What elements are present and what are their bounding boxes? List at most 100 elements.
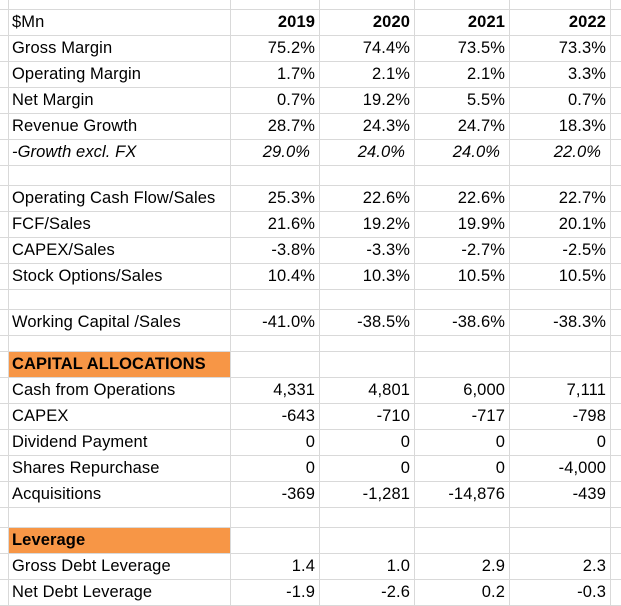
value-cell[interactable]: 24.3% — [320, 114, 414, 139]
value-cell[interactable]: 0 — [231, 456, 319, 481]
value-cell[interactable]: 73.3% — [510, 36, 610, 61]
value-cell[interactable]: -38.3% — [510, 310, 610, 335]
value-cell[interactable]: 21.6% — [231, 212, 319, 237]
value-cell[interactable]: -2.5% — [510, 238, 610, 263]
value-cell[interactable]: -1,281 — [320, 482, 414, 507]
value-cell[interactable]: 10.5% — [415, 264, 509, 289]
row-label[interactable]: Operating Cash Flow/Sales — [9, 186, 230, 211]
value-cell[interactable]: -3.8% — [231, 238, 319, 263]
row-label[interactable]: Net Margin — [9, 88, 230, 113]
value-cell[interactable]: 0 — [320, 430, 414, 455]
leverage-section-header: Leverage — [0, 528, 621, 553]
row-label[interactable]: Cash from Operations — [9, 378, 230, 403]
value-cell[interactable]: 5.5% — [415, 88, 509, 113]
year-header[interactable]: 2022 — [510, 10, 610, 35]
value-cell[interactable]: 20.1% — [510, 212, 610, 237]
value-cell[interactable]: 0.7% — [510, 88, 610, 113]
value-cell[interactable]: 0 — [320, 456, 414, 481]
value-cell[interactable]: 2.3 — [510, 554, 610, 579]
table-row: -Growth excl. FX 29.0% 24.0% 24.0% 22.0% — [0, 140, 621, 165]
value-cell[interactable]: 22.6% — [320, 186, 414, 211]
empty-row — [0, 336, 621, 351]
row-label[interactable]: CAPEX — [9, 404, 230, 429]
value-cell[interactable]: 2.9 — [415, 554, 509, 579]
value-cell[interactable]: 0 — [231, 430, 319, 455]
value-cell[interactable]: -369 — [231, 482, 319, 507]
section-title[interactable]: CAPITAL ALLOCATIONS — [9, 352, 230, 377]
value-cell[interactable]: 1.7% — [231, 62, 319, 87]
value-cell[interactable]: 2.1% — [320, 62, 414, 87]
value-cell[interactable]: 4,801 — [320, 378, 414, 403]
row-label[interactable]: Acquisitions — [9, 482, 230, 507]
value-cell[interactable]: -0.3 — [510, 580, 610, 605]
value-cell[interactable]: 1.4 — [231, 554, 319, 579]
value-cell[interactable]: 19.9% — [415, 212, 509, 237]
value-cell[interactable]: 19.2% — [320, 88, 414, 113]
year-header[interactable]: 2020 — [320, 10, 414, 35]
value-cell[interactable]: 4,331 — [231, 378, 319, 403]
row-label[interactable]: Gross Debt Leverage — [9, 554, 230, 579]
row-label[interactable]: Dividend Payment — [9, 430, 230, 455]
value-cell[interactable]: -798 — [510, 404, 610, 429]
value-cell[interactable]: -643 — [231, 404, 319, 429]
row-label[interactable]: Operating Margin — [9, 62, 230, 87]
row-label[interactable]: FCF/Sales — [9, 212, 230, 237]
value-cell[interactable]: 10.5% — [510, 264, 610, 289]
value-cell[interactable]: 0 — [415, 456, 509, 481]
value-cell[interactable]: 22.7% — [510, 186, 610, 211]
value-cell[interactable]: -38.6% — [415, 310, 509, 335]
unit-label[interactable]: $Mn — [9, 10, 230, 35]
row-label[interactable]: Working Capital /Sales — [9, 310, 230, 335]
value-cell[interactable]: 75.2% — [231, 36, 319, 61]
value-cell[interactable]: -1.9 — [231, 580, 319, 605]
value-cell[interactable]: -41.0% — [231, 310, 319, 335]
value-cell[interactable]: 24.7% — [415, 114, 509, 139]
value-cell[interactable]: 74.4% — [320, 36, 414, 61]
value-cell[interactable]: 0 — [510, 430, 610, 455]
value-cell[interactable]: -717 — [415, 404, 509, 429]
value-cell[interactable]: 29.0% — [231, 140, 319, 165]
row-label[interactable]: Gross Margin — [9, 36, 230, 61]
value-cell[interactable]: 1.0 — [320, 554, 414, 579]
value-cell[interactable]: 3.3% — [510, 62, 610, 87]
value-cell[interactable]: 10.3% — [320, 264, 414, 289]
year-header[interactable]: 2019 — [231, 10, 319, 35]
value-cell[interactable]: 25.3% — [231, 186, 319, 211]
value-cell[interactable]: -38.5% — [320, 310, 414, 335]
value-cell[interactable]: 0 — [415, 430, 509, 455]
value-cell[interactable]: -4,000 — [510, 456, 610, 481]
value-cell[interactable]: 28.7% — [231, 114, 319, 139]
value-cell[interactable]: 22.0% — [510, 140, 610, 165]
value-cell[interactable]: 73.5% — [415, 36, 509, 61]
value-cell[interactable]: 18.3% — [510, 114, 610, 139]
value-cell[interactable]: 0.7% — [231, 88, 319, 113]
table-row: Operating Margin 1.7% 2.1% 2.1% 3.3% — [0, 62, 621, 87]
value-cell[interactable]: 10.4% — [231, 264, 319, 289]
value-cell[interactable]: 24.0% — [320, 140, 414, 165]
value-cell[interactable]: 6,000 — [415, 378, 509, 403]
value-cell[interactable]: -14,876 — [415, 482, 509, 507]
value-cell[interactable]: 22.6% — [415, 186, 509, 211]
value-cell[interactable]: 0.2 — [415, 580, 509, 605]
value-cell[interactable]: -2.7% — [415, 238, 509, 263]
row-label[interactable]: CAPEX/Sales — [9, 238, 230, 263]
value-cell[interactable]: 7,111 — [510, 378, 610, 403]
header-row: $Mn 2019 2020 2021 2022 — [0, 10, 621, 35]
year-header[interactable]: 2021 — [415, 10, 509, 35]
value-cell[interactable]: -439 — [510, 482, 610, 507]
value-cell[interactable]: -3.3% — [320, 238, 414, 263]
row-label[interactable]: Revenue Growth — [9, 114, 230, 139]
section-title[interactable]: Leverage — [9, 528, 230, 553]
row-label[interactable]: Net Debt Leverage — [9, 580, 230, 605]
table-row: Working Capital /Sales -41.0% -38.5% -38.6%… — [0, 310, 621, 335]
value-cell[interactable]: 19.2% — [320, 212, 414, 237]
spreadsheet-grid: $Mn 2019 2020 2021 2022 Gross Margin 75.2% 74.4… — [0, 0, 621, 606]
value-cell[interactable]: -2.6 — [320, 580, 414, 605]
value-cell[interactable]: 24.0% — [415, 140, 509, 165]
value-cell[interactable]: 2.1% — [415, 62, 509, 87]
row-label[interactable]: Stock Options/Sales — [9, 264, 230, 289]
row-label[interactable]: Shares Repurchase — [9, 456, 230, 481]
value-cell[interactable]: -710 — [320, 404, 414, 429]
row-label[interactable]: -Growth excl. FX — [9, 140, 230, 165]
empty-row — [0, 166, 621, 185]
